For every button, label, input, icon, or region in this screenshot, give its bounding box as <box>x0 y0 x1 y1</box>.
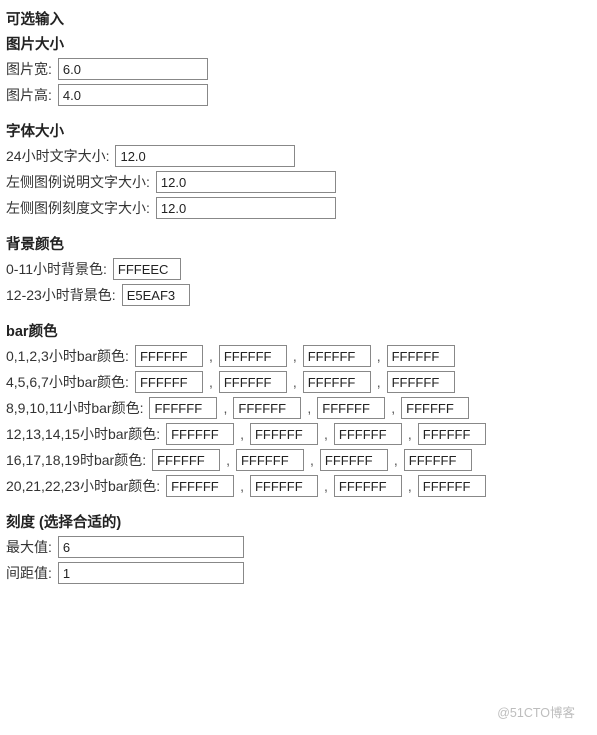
input-barcolor-23[interactable] <box>418 475 486 497</box>
input-barcolor-0[interactable] <box>135 345 203 367</box>
label-barcolor-16-19: 16,17,18,19时bar颜色: <box>6 450 146 470</box>
input-barcolor-14[interactable] <box>334 423 402 445</box>
label-barcolor-12-15: 12,13,14,15小时bar颜色: <box>6 424 160 444</box>
sep: , <box>408 426 412 442</box>
sep: , <box>293 374 297 390</box>
input-barcolor-13[interactable] <box>250 423 318 445</box>
label-barcolor-8-11: 8,9,10,11小时bar颜色: <box>6 398 143 418</box>
label-bgcolor-0-11: 0-11小时背景色: <box>6 259 107 279</box>
row-image-width: 图片宽: <box>6 58 591 80</box>
label-image-width: 图片宽: <box>6 59 52 79</box>
row-font-legend-desc: 左侧图例说明文字大小: <box>6 171 591 193</box>
sep: , <box>209 374 213 390</box>
input-bgcolor-12-23[interactable] <box>122 284 190 306</box>
sep: , <box>307 400 311 416</box>
input-font-legend-desc[interactable] <box>156 171 336 193</box>
row-barcolor-4-7: 4,5,6,7小时bar颜色: , , , <box>6 371 591 393</box>
input-image-height[interactable] <box>58 84 208 106</box>
sep: , <box>394 452 398 468</box>
input-font-hour24[interactable] <box>115 145 295 167</box>
label-font-legend-desc: 左侧图例说明文字大小: <box>6 172 150 192</box>
row-bgcolor-0-11: 0-11小时背景色: <box>6 258 591 280</box>
input-scale-gap[interactable] <box>58 562 244 584</box>
heading-bg-color: 背景颜色 <box>6 233 591 254</box>
heading-bar-color: bar颜色 <box>6 320 591 341</box>
input-barcolor-7[interactable] <box>387 371 455 393</box>
input-barcolor-10[interactable] <box>317 397 385 419</box>
row-barcolor-12-15: 12,13,14,15小时bar颜色: , , , <box>6 423 591 445</box>
input-barcolor-17[interactable] <box>236 449 304 471</box>
input-barcolor-11[interactable] <box>401 397 469 419</box>
input-barcolor-21[interactable] <box>250 475 318 497</box>
row-scale-max: 最大值: <box>6 536 591 558</box>
row-image-height: 图片高: <box>6 84 591 106</box>
row-font-hour24: 24小时文字大小: <box>6 145 591 167</box>
sep: , <box>408 478 412 494</box>
sep: , <box>240 478 244 494</box>
label-font-hour24: 24小时文字大小: <box>6 146 109 166</box>
input-barcolor-3[interactable] <box>387 345 455 367</box>
input-scale-max[interactable] <box>58 536 244 558</box>
heading-image-size: 图片大小 <box>6 33 591 54</box>
input-barcolor-6[interactable] <box>303 371 371 393</box>
sep: , <box>310 452 314 468</box>
input-barcolor-8[interactable] <box>149 397 217 419</box>
row-bgcolor-12-23: 12-23小时背景色: <box>6 284 591 306</box>
label-bgcolor-12-23: 12-23小时背景色: <box>6 285 116 305</box>
input-barcolor-5[interactable] <box>219 371 287 393</box>
input-barcolor-16[interactable] <box>152 449 220 471</box>
input-barcolor-1[interactable] <box>219 345 287 367</box>
row-barcolor-16-19: 16,17,18,19时bar颜色: , , , <box>6 449 591 471</box>
sep: , <box>240 426 244 442</box>
sep: , <box>324 478 328 494</box>
label-scale-gap: 间距值: <box>6 563 52 583</box>
row-barcolor-0-3: 0,1,2,3小时bar颜色: , , , <box>6 345 591 367</box>
input-barcolor-4[interactable] <box>135 371 203 393</box>
sep: , <box>226 452 230 468</box>
label-barcolor-4-7: 4,5,6,7小时bar颜色: <box>6 372 129 392</box>
sep: , <box>324 426 328 442</box>
sep: , <box>377 374 381 390</box>
input-barcolor-12[interactable] <box>166 423 234 445</box>
sep: , <box>209 348 213 364</box>
label-barcolor-20-23: 20,21,22,23小时bar颜色: <box>6 476 160 496</box>
input-barcolor-20[interactable] <box>166 475 234 497</box>
label-font-legend-tick: 左侧图例刻度文字大小: <box>6 198 150 218</box>
input-image-width[interactable] <box>58 58 208 80</box>
sep: , <box>391 400 395 416</box>
watermark: @51CTO博客 <box>497 702 575 721</box>
row-scale-gap: 间距值: <box>6 562 591 584</box>
row-barcolor-20-23: 20,21,22,23小时bar颜色: , , , <box>6 475 591 497</box>
row-barcolor-8-11: 8,9,10,11小时bar颜色: , , , <box>6 397 591 419</box>
row-font-legend-tick: 左侧图例刻度文字大小: <box>6 197 591 219</box>
label-barcolor-0-3: 0,1,2,3小时bar颜色: <box>6 346 129 366</box>
heading-font-size: 字体大小 <box>6 120 591 141</box>
heading-optional-input: 可选输入 <box>6 8 591 29</box>
sep: , <box>223 400 227 416</box>
input-font-legend-tick[interactable] <box>156 197 336 219</box>
sep: , <box>293 348 297 364</box>
label-image-height: 图片高: <box>6 85 52 105</box>
input-barcolor-15[interactable] <box>418 423 486 445</box>
label-scale-max: 最大值: <box>6 537 52 557</box>
input-barcolor-2[interactable] <box>303 345 371 367</box>
input-bgcolor-0-11[interactable] <box>113 258 181 280</box>
input-barcolor-19[interactable] <box>404 449 472 471</box>
sep: , <box>377 348 381 364</box>
input-barcolor-18[interactable] <box>320 449 388 471</box>
input-barcolor-9[interactable] <box>233 397 301 419</box>
heading-scale: 刻度 (选择合适的) <box>6 511 591 532</box>
input-barcolor-22[interactable] <box>334 475 402 497</box>
